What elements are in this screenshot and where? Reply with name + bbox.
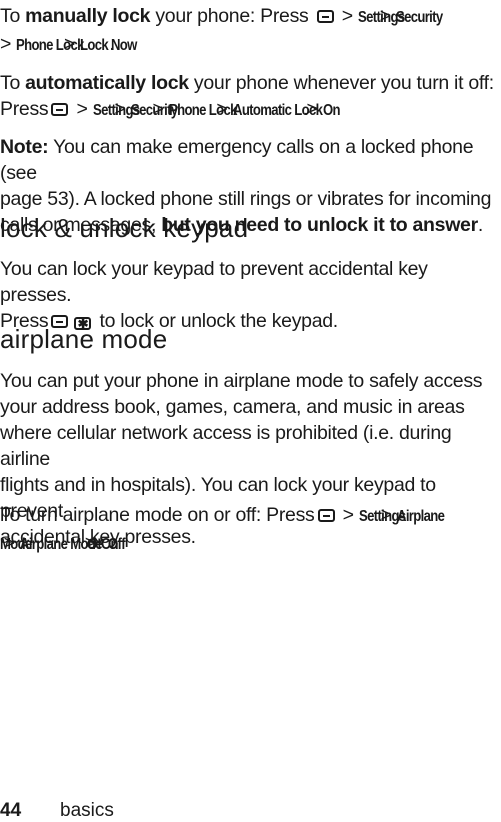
menu-path-security: Security xyxy=(395,9,443,26)
text: page 53). A locked phone still rings or … xyxy=(0,188,492,210)
menu-path-automatic-lock: Automatic Lock xyxy=(232,102,323,119)
menu-path-phone-lock: Phone Lock xyxy=(16,37,85,54)
text: . xyxy=(477,214,484,236)
menu-path-lock-now: Lock Now xyxy=(80,37,137,54)
manual-lock-term: manually lock xyxy=(25,5,151,27)
auto-lock-term: automatically lock xyxy=(25,72,189,94)
text: To xyxy=(0,72,26,94)
sep: > xyxy=(71,98,93,120)
menu-key-icon xyxy=(317,509,335,522)
text: You can put your phone in airplane mode … xyxy=(0,370,483,392)
text: You can make emergency calls on a locked… xyxy=(0,136,474,184)
text: You can lock your keypad to prevent acci… xyxy=(0,258,428,306)
text: your phone whenever you turn it off: xyxy=(188,72,494,94)
menu-path-airplane-mode-option: Airplane Mode xyxy=(19,536,103,553)
menu-path-phone-lock: Phone Lock xyxy=(168,102,237,119)
text: Press xyxy=(0,98,49,120)
text: To turn airplane mode on or off: Press xyxy=(0,504,315,526)
menu-key-icon xyxy=(51,103,69,116)
keypad-paragraph: You can lock your keypad to prevent acci… xyxy=(0,256,501,334)
auto-lock-paragraph: To automatically lock your phone wheneve… xyxy=(0,70,501,124)
menu-path-on: On xyxy=(322,102,341,119)
section-heading-keypad: lock & unlock keypad xyxy=(0,213,249,243)
sep: > xyxy=(342,504,359,526)
text: To xyxy=(0,5,26,27)
text: your address book, games, camera, and mu… xyxy=(0,396,465,418)
sep: > xyxy=(336,5,358,27)
text: your phone: Press xyxy=(150,5,309,27)
section-heading-airplane: airplane mode xyxy=(0,324,168,354)
airplane-toggle-paragraph: To turn airplane mode on or off: Press >… xyxy=(0,502,501,558)
manual-lock-paragraph: To manually lock your phone: Press > Set… xyxy=(0,3,501,59)
text: where cellular network access is prohibi… xyxy=(0,422,452,470)
menu-path-airplane-mode: Airplane xyxy=(396,508,445,525)
page-number: 44 xyxy=(0,800,22,821)
menu-path-off: Off xyxy=(108,536,126,553)
menu-key-icon xyxy=(316,10,334,23)
sep: > xyxy=(0,33,17,55)
note-label: Note: xyxy=(0,136,49,158)
